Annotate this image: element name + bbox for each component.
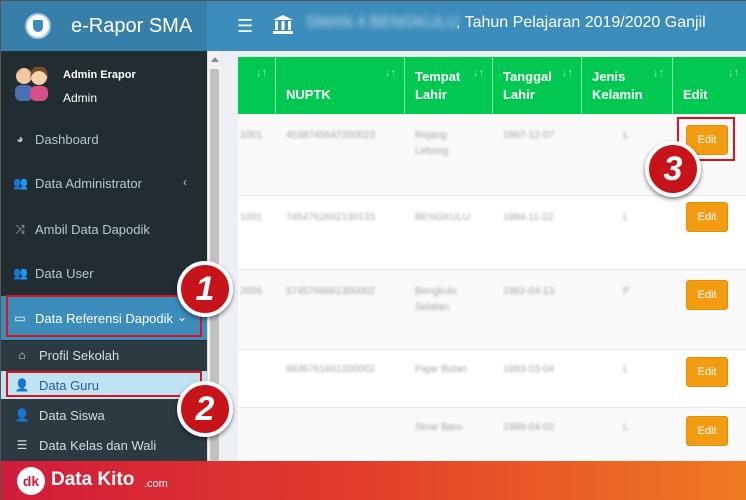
sidebar-item-label: Ambil Data Dapodik (35, 221, 150, 237)
submenu-data-referensi: ⌂ Profil Sekolah 👤 Data Guru 👤 Data Sisw… (1, 341, 207, 461)
sort-icon: ↓↑ (473, 67, 484, 79)
chevron-down-icon: ⌄ (176, 310, 187, 324)
column-header-tanggal-lahir[interactable]: Tanggal Lahir ↓↑ (493, 57, 582, 114)
edit-button[interactable]: Edit (686, 416, 728, 446)
sidebar: Admin Erapor Admin ◕ Dashboard 👥 Data Ad… (1, 51, 207, 461)
column-header-nuptk[interactable]: NUPTK ↓↑ (276, 57, 405, 114)
sort-icon: ↓↑ (562, 67, 573, 79)
user-icon: 👤 (14, 408, 30, 422)
table-row: Sinar Baru 1989-04-02 L Edit (238, 408, 746, 461)
menu-toggle-icon[interactable]: ☰ (237, 17, 253, 35)
submenu-item-label: Profil Sekolah (39, 347, 120, 363)
sort-icon: ↓↑ (256, 67, 267, 79)
school-name: SMAN 4 BENGKULU (306, 14, 459, 31)
column-header-tempat-lahir[interactable]: Tempat Lahir ↓↑ (405, 57, 493, 114)
sidebar-item-label: Data Administrator (35, 175, 142, 191)
sidebar-item-dashboard[interactable]: ◕ Dashboard (1, 117, 207, 161)
app-title: e-Rapor SMA (71, 15, 193, 37)
submenu-item-profil-sekolah[interactable]: ⌂ Profil Sekolah (1, 341, 207, 369)
column-header[interactable]: ↓↑ (238, 57, 276, 114)
footer-brand-suffix: .com (144, 478, 168, 490)
shuffle-icon: ⤨ (15, 221, 25, 236)
column-header-jenis-kelamin[interactable]: Jenis Kelamin ↓↑ (582, 57, 673, 114)
user-role: Admin Erapor (63, 69, 136, 81)
submenu-item-data-siswa[interactable]: 👤 Data Siswa (1, 401, 207, 429)
submenu-item-data-guru[interactable]: 👤 Data Guru (1, 371, 207, 399)
datakito-logo-icon: dk (17, 467, 45, 495)
top-navbar: e-Rapor SMA ☰ SMAN 4 BENGKULU , Tahun Pe… (1, 1, 746, 51)
sidebar-item-data-administrator[interactable]: 👥 Data Administrator ‹ (1, 161, 207, 205)
step-badge-1: 1 (177, 261, 233, 317)
tut-wuri-logo-icon (25, 13, 51, 39)
footer-brand: Data Kito (51, 469, 135, 490)
table-row: 1001 7454762662130133 BENGKULU 1984-11-2… (238, 196, 746, 270)
submenu-item-label: Data Siswa (39, 407, 105, 423)
home-icon: ⌂ (18, 348, 26, 362)
user-icon: 👤 (14, 378, 30, 392)
academic-year: , Tahun Pelajaran 2019/2020 Ganjil (456, 14, 706, 31)
submenu-item-label: Data Guru (39, 377, 99, 393)
brand-area[interactable]: e-Rapor SMA (1, 1, 207, 51)
chevron-left-icon: ‹ (183, 175, 187, 189)
sidebar-item-label: Data User (35, 265, 94, 281)
sidebar-item-ambil-data-dapodik[interactable]: ⤨ Ambil Data Dapodik (1, 207, 207, 251)
users-icon: 👥 (13, 176, 28, 190)
edit-button[interactable]: Edit (686, 280, 728, 310)
user-name: Admin (63, 91, 98, 105)
table-row: 6836761661200002 Pajar Bulan 1983-03-04 … (238, 350, 746, 408)
main-content: ↓↑ NUPTK ↓↑ Tempat Lahir ↓↑ Tanggal Lahi… (221, 51, 746, 461)
sort-icon: ↓↑ (653, 67, 664, 79)
column-header-edit[interactable]: Edit ↓↑ (673, 57, 746, 114)
table-row: 2006 5745766661300002 Bengkulu Selatan 1… (238, 270, 746, 350)
sidebar-item-data-referensi-dapodik[interactable]: ▭ Data Referensi Dapodik ⌄ (1, 296, 207, 340)
footer-banner: dk Data Kito .com (1, 461, 746, 500)
step-badge-3: 3 (645, 141, 701, 197)
desktop-icon: ▭ (14, 311, 26, 325)
scroll-up-arrow-icon[interactable] (211, 57, 219, 62)
dashboard-icon: ◕ (16, 132, 24, 146)
step-badge-2: 2 (177, 381, 233, 437)
institution-icon (273, 15, 293, 34)
submenu-item-label: Data Kelas dan Wali (39, 437, 157, 453)
table-header: ↓↑ NUPTK ↓↑ Tempat Lahir ↓↑ Tanggal Lahi… (238, 57, 746, 114)
avatar (15, 66, 48, 101)
sidebar-item-label: Dashboard (35, 131, 99, 147)
sort-icon: ↓↑ (728, 67, 739, 79)
sort-icon: ↓↑ (385, 67, 396, 79)
sidebar-item-label: Data Referensi Dapodik (35, 310, 174, 326)
users-icon: 👥 (13, 266, 28, 280)
edit-button[interactable]: Edit (686, 202, 728, 232)
user-panel: Admin Erapor Admin (1, 51, 207, 115)
edit-button[interactable]: Edit (686, 357, 728, 387)
list-icon: ☰ (16, 438, 28, 452)
submenu-item-data-kelas-dan-wali[interactable]: ☰ Data Kelas dan Wali (1, 431, 207, 459)
